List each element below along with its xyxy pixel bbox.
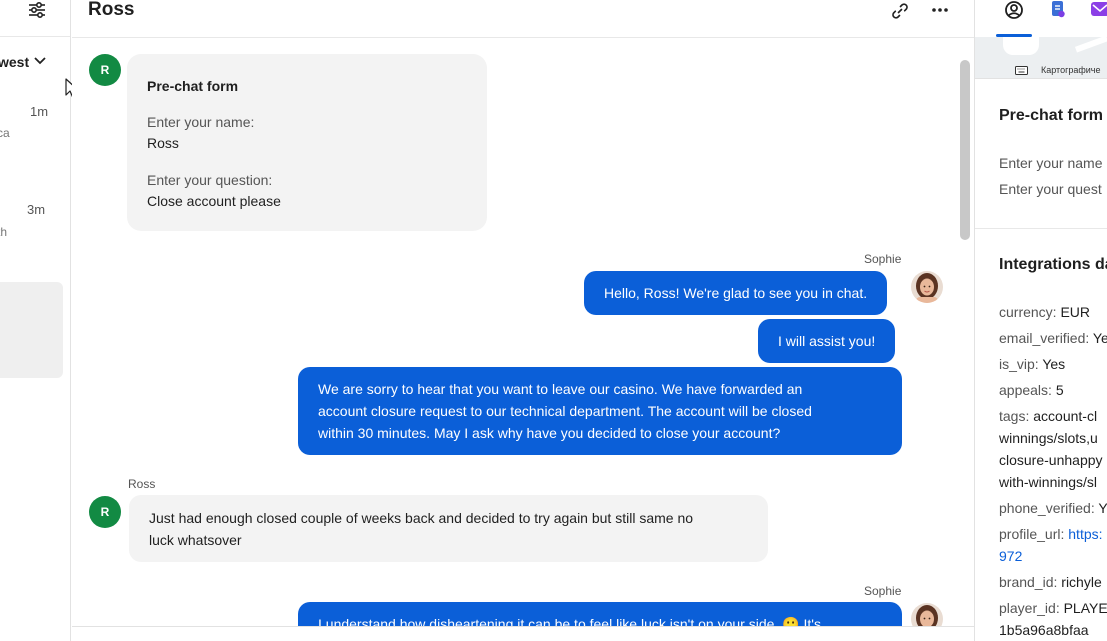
map-road-shape: [1074, 35, 1107, 53]
profile-url-link-continued[interactable]: 972: [999, 545, 1103, 567]
prechat-field-line: Enter your name: [999, 155, 1103, 171]
customer-avatar: R: [89, 496, 121, 528]
field-key: is_vip:: [999, 356, 1039, 372]
agent-message-bubble: I will assist you!: [758, 319, 896, 363]
field-value: account-cl: [1033, 408, 1098, 424]
message-text: I will assist you!: [778, 333, 876, 349]
integration-field: player_id: PLAYE 1b5a96a8bfaa: [999, 597, 1107, 641]
conversation-snippet[interactable]: th: [0, 225, 7, 239]
prechat-question-label: Enter your question:: [147, 172, 273, 188]
field-key: profile_url:: [999, 526, 1065, 542]
integration-field: tags: account-cl winnings/slots,u closur…: [999, 405, 1103, 493]
keyboard-icon[interactable]: [1015, 66, 1028, 75]
conversation-list-panel: west 1m ca 3m th: [0, 0, 71, 641]
map-road-shape: [1003, 37, 1039, 55]
chat-message-area: R Pre-chat form Enter your name: Ross En…: [72, 38, 974, 626]
agent-avatar: [911, 603, 943, 626]
integration-field: currency: EUR: [999, 301, 1090, 323]
chat-scrollbar[interactable]: [960, 60, 970, 240]
field-value-continued: with-winnings/sl: [999, 474, 1098, 490]
conversation-snippet[interactable]: ca: [0, 126, 10, 140]
agent-photo-icon: [911, 603, 943, 626]
field-value: EUR: [1060, 304, 1091, 320]
integration-field: phone_verified: Y: [999, 497, 1107, 519]
prechat-question-value: Close account please: [147, 193, 281, 209]
prechat-section-title: Pre-chat form: [999, 107, 1104, 124]
field-value: PLAYE: [1063, 600, 1107, 616]
integration-field: profile_url: https: 972: [999, 523, 1103, 567]
customer-avatar: R: [89, 54, 121, 86]
agent-photo-icon: [911, 271, 943, 303]
prechat-name-label: Enter your name:: [147, 114, 255, 130]
message-text-line: Just had enough closed couple of weeks b…: [149, 510, 694, 526]
field-key: email_verified:: [999, 330, 1090, 346]
field-value-continued: winnings/slots,u: [999, 430, 1098, 446]
prechat-field-line: Enter your quest: [999, 181, 1102, 197]
field-value: Yes: [1042, 356, 1066, 372]
section-divider: [975, 228, 1107, 229]
document-tab-icon[interactable]: [1047, 0, 1069, 22]
integration-field: is_vip: Yes: [999, 353, 1065, 375]
map-attribution: Картографиче: [1041, 65, 1101, 75]
agent-avatar: [911, 271, 943, 303]
chevron-down-icon[interactable]: [33, 56, 47, 66]
filter-sliders-icon[interactable]: [28, 2, 46, 18]
prechat-form-card: Pre-chat form Enter your name: Ross Ente…: [127, 54, 487, 231]
message-text-line: within 30 minutes. May I ask why have yo…: [318, 425, 781, 441]
message-text-line: account closure request to our technical…: [318, 403, 812, 419]
message-text: I understand how disheartening it can be…: [318, 616, 821, 626]
profile-url-link[interactable]: https:: [1068, 526, 1102, 542]
message-text-line: We are sorry to hear that you want to le…: [318, 381, 803, 397]
conversation-time: 3m: [27, 202, 46, 217]
field-key: appeals:: [999, 382, 1052, 398]
field-value-continued: closure-unhappy: [999, 452, 1103, 468]
conversation-list-toolbar: [0, 0, 70, 37]
field-value: 5: [1055, 382, 1064, 398]
field-key: phone_verified:: [999, 500, 1095, 516]
agent-message-bubble: We are sorry to hear that you want to le…: [298, 367, 902, 455]
map-preview[interactable]: Картографиче: [975, 35, 1107, 79]
integrations-section-title: Integrations da: [999, 256, 1107, 273]
customer-name-label: Ross: [128, 477, 156, 491]
sort-dropdown-label[interactable]: west: [0, 54, 29, 70]
field-key: tags:: [999, 408, 1030, 424]
mail-tab-icon[interactable]: [1089, 0, 1107, 22]
agent-message-bubble: Hello, Ross! We're glad to see you in ch…: [584, 271, 888, 315]
field-value: richyle: [1061, 574, 1102, 590]
chat-header: Ross: [72, 0, 974, 38]
selected-conversation-item[interactable]: [0, 282, 63, 378]
field-key: brand_id:: [999, 574, 1058, 590]
agent-name-label: Sophie: [864, 252, 902, 266]
chat-title: Ross: [88, 0, 135, 20]
message-text: Hello, Ross! We're glad to see you in ch…: [604, 285, 868, 301]
field-value-continued: 1b5a96a8bfaa: [999, 622, 1089, 638]
integration-field: appeals: 5: [999, 379, 1064, 401]
agent-message-bubble: I understand how disheartening it can be…: [298, 602, 902, 626]
prechat-form-title: Pre-chat form: [147, 78, 239, 94]
conversation-time: 1m: [30, 104, 49, 119]
more-options-icon[interactable]: [930, 1, 950, 19]
customer-profile-tab-icon[interactable]: [1003, 0, 1025, 22]
link-icon[interactable]: [890, 1, 910, 19]
agent-name-label: Sophie: [864, 584, 902, 598]
field-value: Ye: [1092, 330, 1107, 346]
integration-field: brand_id: richyle: [999, 571, 1102, 593]
message-text-line: luck whatsover: [149, 532, 242, 548]
field-value: Y: [1098, 500, 1107, 516]
field-key: currency:: [999, 304, 1057, 320]
message-composer-edge: [72, 626, 974, 641]
prechat-name-value: Ross: [147, 135, 179, 151]
field-key: player_id:: [999, 600, 1060, 616]
details-panel: Картографиче Pre-chat form Enter your na…: [974, 0, 1107, 641]
customer-message-bubble: Just had enough closed couple of weeks b…: [129, 495, 768, 562]
integration-field: email_verified: Ye: [999, 327, 1107, 349]
